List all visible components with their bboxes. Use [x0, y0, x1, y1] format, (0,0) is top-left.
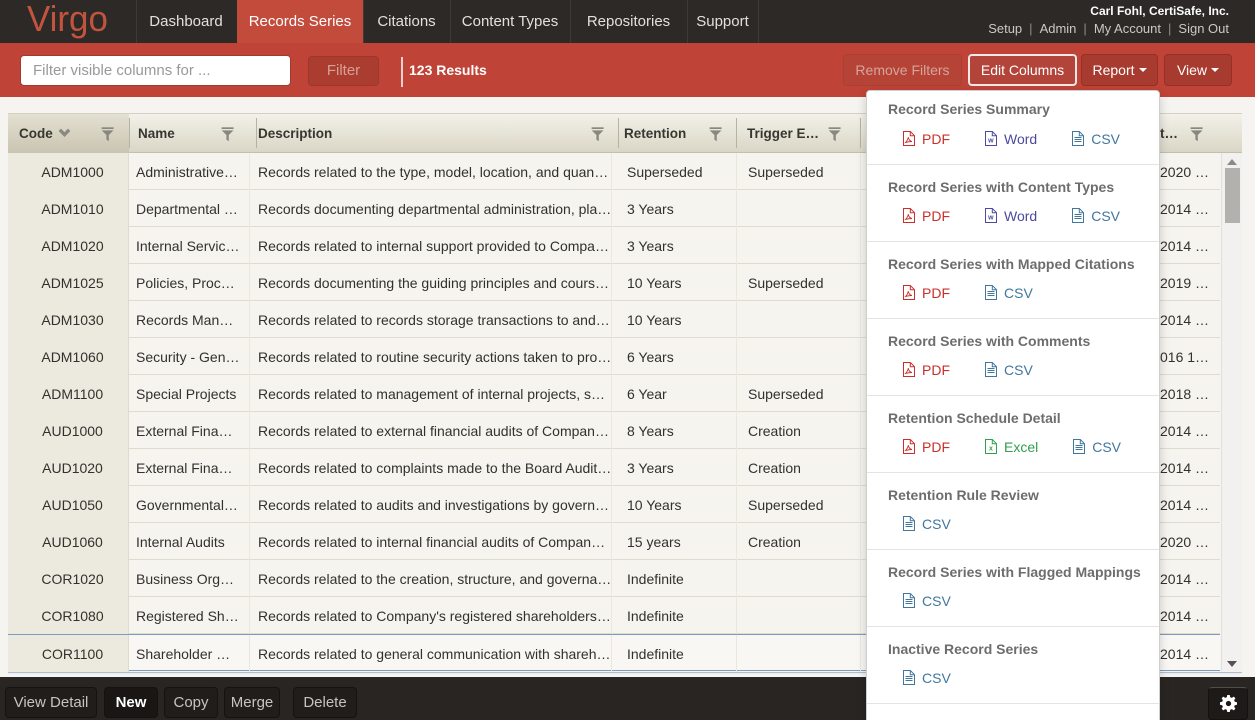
svg-text:w: w — [987, 215, 994, 222]
svg-text:w: w — [987, 138, 994, 145]
svg-text:x: x — [989, 446, 993, 453]
